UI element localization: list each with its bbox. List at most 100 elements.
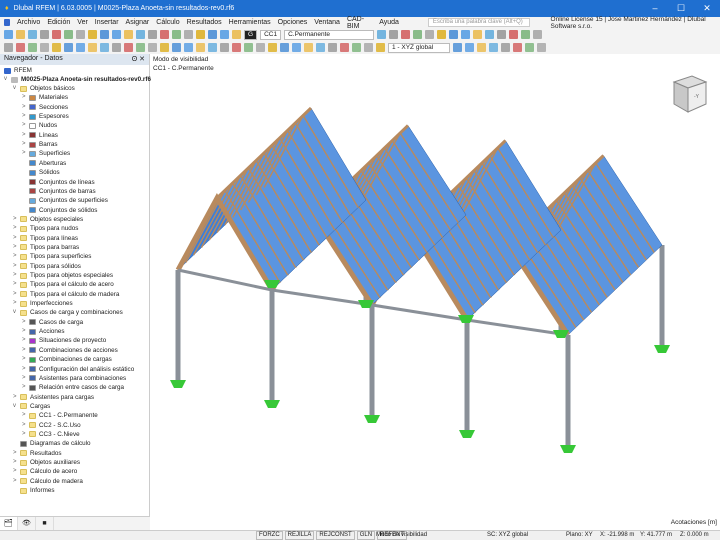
tree-item[interactable]: Conjuntos de barras: [22, 187, 96, 196]
tree-item[interactable]: > Cálculo de madera: [13, 477, 83, 486]
status-toggle[interactable]: GLN: [356, 531, 376, 540]
toolbar-button-icon[interactable]: [340, 43, 349, 52]
menu-item[interactable]: Ayuda: [379, 19, 399, 26]
structure-model[interactable]: [151, 54, 720, 530]
chevron-right-icon[interactable]: >: [13, 467, 20, 476]
chevron-right-icon[interactable]: >: [22, 421, 29, 430]
chevron-down-icon[interactable]: v: [13, 84, 20, 93]
tree-item[interactable]: > Resultados: [13, 449, 62, 458]
toolbar-button-icon[interactable]: [52, 30, 61, 39]
search-input[interactable]: Escriba una palabra clave (Alt+Q): [427, 18, 530, 27]
toolbar-button-icon[interactable]: [533, 30, 543, 39]
chevron-right-icon[interactable]: >: [22, 383, 29, 392]
toolbar-button-icon[interactable]: [124, 43, 133, 52]
chevron-right-icon[interactable]: >: [22, 336, 29, 345]
load-case-select[interactable]: C.Permanente: [284, 29, 375, 40]
toolbar-button-icon[interactable]: [268, 43, 277, 52]
toolbar-button-icon[interactable]: [453, 43, 462, 52]
chevron-right-icon[interactable]: >: [22, 140, 29, 149]
chevron-down-icon[interactable]: v: [13, 402, 20, 411]
toolbar-button-icon[interactable]: [473, 30, 483, 39]
tree-model[interactable]: M0025-Plaza Anoeta-sin resultados-rev0.r…: [21, 75, 151, 84]
tab-data[interactable]: 🗂: [0, 517, 18, 530]
tree-item[interactable]: Conjuntos de líneas: [22, 178, 95, 187]
toolbar-button-icon[interactable]: [501, 43, 510, 52]
tree-item[interactable]: > Tipos para barras: [13, 243, 79, 252]
menu-item[interactable]: Resultados: [187, 19, 222, 26]
toolbar-button-icon[interactable]: [100, 30, 109, 39]
toolbar-button-icon[interactable]: [316, 43, 325, 52]
toolbar-button-icon[interactable]: [377, 30, 387, 39]
toolbar-button-icon[interactable]: [401, 30, 411, 39]
toolbar-button-icon[interactable]: [220, 30, 229, 39]
tab-display[interactable]: 👁: [18, 517, 36, 530]
tree-item[interactable]: > Combinaciones de acciones: [22, 346, 118, 355]
menu-item[interactable]: Edición: [47, 19, 70, 26]
toolbar-button-icon[interactable]: [4, 43, 13, 52]
toolbar-button-icon[interactable]: [521, 30, 531, 39]
tree-item[interactable]: > Líneas: [22, 131, 58, 140]
toolbar-button-icon[interactable]: [196, 43, 205, 52]
toolbar-button-icon[interactable]: [148, 43, 157, 52]
toolbar-button-icon[interactable]: [437, 30, 447, 39]
chevron-right-icon[interactable]: >: [22, 318, 29, 327]
tree-item[interactable]: > Superficies: [22, 149, 70, 158]
toolbar-button-icon[interactable]: [477, 43, 486, 52]
chevron-right-icon[interactable]: >: [22, 374, 29, 383]
menu-item[interactable]: Archivo: [17, 19, 40, 26]
app-menu-icon[interactable]: [4, 19, 10, 26]
tree-item[interactable]: > Nudos: [22, 121, 57, 130]
toolbar-button-icon[interactable]: [88, 30, 97, 39]
menu-item[interactable]: Ventana: [314, 19, 340, 26]
chevron-right-icon[interactable]: >: [13, 215, 20, 224]
tree-item[interactable]: > CC2 - S.C.Uso: [22, 421, 81, 430]
chevron-right-icon[interactable]: >: [13, 262, 20, 271]
toolbar-button-icon[interactable]: [376, 43, 385, 52]
toolbar-button-icon[interactable]: [425, 30, 435, 39]
maximize-button[interactable]: ☐: [668, 0, 694, 17]
toolbar-button-icon[interactable]: [112, 43, 121, 52]
chevron-right-icon[interactable]: >: [22, 131, 29, 140]
chevron-right-icon[interactable]: >: [22, 112, 29, 121]
menu-item[interactable]: Ver: [77, 19, 88, 26]
toolbar-button-icon[interactable]: [100, 43, 109, 52]
chevron-right-icon[interactable]: >: [22, 365, 29, 374]
tree-item[interactable]: > Tipos para el cálculo de acero: [13, 280, 114, 289]
tree-item[interactable]: > Tipos para líneas: [13, 234, 78, 243]
toolbar-button-icon[interactable]: [352, 43, 361, 52]
toolbar-button-icon[interactable]: [509, 30, 519, 39]
status-toggle[interactable]: REJCONST: [316, 531, 355, 540]
tree-item[interactable]: Informes: [13, 486, 55, 495]
toolbar-button-icon[interactable]: [292, 43, 301, 52]
chevron-right-icon[interactable]: >: [22, 327, 29, 336]
toolbar-button-icon[interactable]: [461, 30, 471, 39]
close-button[interactable]: ✕: [694, 0, 720, 17]
tree-item[interactable]: Aberturas: [22, 159, 66, 168]
tree-item[interactable]: > Secciones: [22, 103, 68, 112]
toolbar-button-icon[interactable]: [136, 30, 145, 39]
toolbar-button-icon[interactable]: [184, 43, 193, 52]
toolbar-button-icon[interactable]: [232, 30, 241, 39]
chevron-right-icon[interactable]: >: [13, 477, 20, 486]
chevron-right-icon[interactable]: >: [13, 224, 20, 233]
tree-item[interactable]: > Relación entre casos de carga: [22, 383, 124, 392]
chevron-down-icon[interactable]: v: [13, 308, 20, 317]
chevron-right-icon[interactable]: >: [22, 149, 29, 158]
chevron-right-icon[interactable]: >: [13, 458, 20, 467]
toolbar-button-icon[interactable]: [489, 43, 498, 52]
toolbar-button-icon[interactable]: [160, 30, 169, 39]
view-cube[interactable]: -Y: [668, 72, 708, 116]
tree-item[interactable]: Sólidos: [22, 168, 60, 177]
tree-item[interactable]: > Tipos para superficies: [13, 252, 91, 261]
toolbar-button-icon[interactable]: [465, 43, 474, 52]
chevron-right-icon[interactable]: >: [13, 449, 20, 458]
minimize-button[interactable]: –: [642, 0, 668, 17]
menu-item[interactable]: Herramientas: [229, 19, 271, 26]
tree-item[interactable]: > Barras: [22, 140, 58, 149]
toolbar-button-icon[interactable]: [208, 30, 217, 39]
tree-item[interactable]: > Tipos para nudos: [13, 224, 78, 233]
toolbar-button-icon[interactable]: [364, 43, 373, 52]
tree-item[interactable]: > Tipos para sólidos: [13, 262, 81, 271]
toolbar-button-icon[interactable]: [28, 30, 37, 39]
toolbar-button-icon[interactable]: [513, 43, 522, 52]
